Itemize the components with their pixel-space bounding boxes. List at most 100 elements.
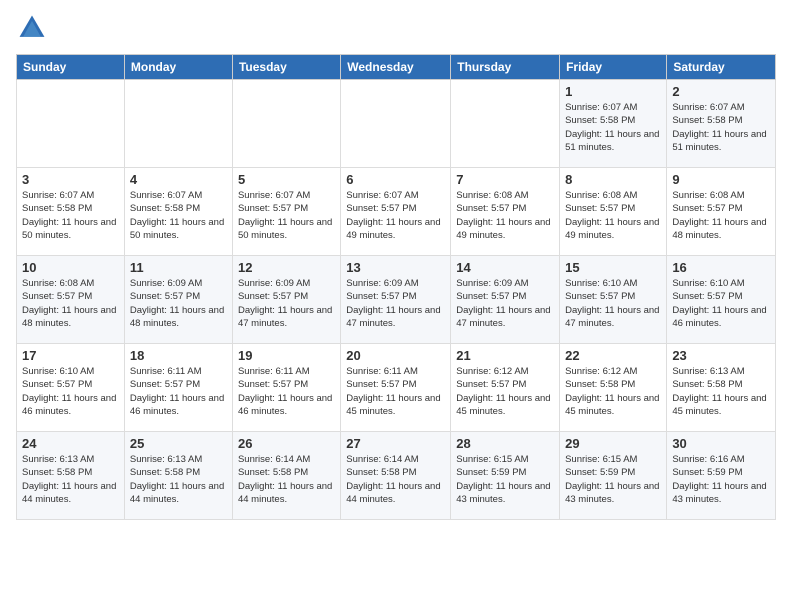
day-info: Sunrise: 6:12 AM Sunset: 5:58 PM Dayligh… (565, 365, 661, 418)
day-number: 15 (565, 260, 661, 275)
day-info: Sunrise: 6:08 AM Sunset: 5:57 PM Dayligh… (456, 189, 554, 242)
day-number: 4 (130, 172, 227, 187)
day-info: Sunrise: 6:15 AM Sunset: 5:59 PM Dayligh… (456, 453, 554, 506)
week-row-5: 24Sunrise: 6:13 AM Sunset: 5:58 PM Dayli… (17, 432, 776, 520)
day-info: Sunrise: 6:09 AM Sunset: 5:57 PM Dayligh… (456, 277, 554, 330)
day-info: Sunrise: 6:07 AM Sunset: 5:58 PM Dayligh… (565, 101, 661, 154)
day-number: 27 (346, 436, 445, 451)
day-info: Sunrise: 6:16 AM Sunset: 5:59 PM Dayligh… (672, 453, 770, 506)
calendar-cell: 20 Sunrise: 6:11 AM Sunset: 5:57 PM Dayli… (341, 344, 451, 432)
day-number: 10 (22, 260, 119, 275)
calendar-cell: 15 Sunrise: 6:10 AM Sunset: 5:57 PM Dayli… (560, 256, 667, 344)
calendar-cell (124, 80, 232, 168)
calendar-cell: 27 Sunrise: 6:14 AM Sunset: 5:58 PM Dayli… (341, 432, 451, 520)
day-header-friday: Friday (560, 55, 667, 80)
day-number: 24 (22, 436, 119, 451)
calendar-cell: 21 Sunrise: 6:12 AM Sunset: 5:57 PM Dayli… (451, 344, 560, 432)
day-header-tuesday: Tuesday (232, 55, 340, 80)
calendar-cell: 16 Sunrise: 6:10 AM Sunset: 5:57 PM Dayli… (667, 256, 776, 344)
day-number: 5 (238, 172, 335, 187)
day-info: Sunrise: 6:07 AM Sunset: 5:58 PM Dayligh… (130, 189, 227, 242)
day-header-sunday: Sunday (17, 55, 125, 80)
calendar-cell: 22 Sunrise: 6:12 AM Sunset: 5:58 PM Dayli… (560, 344, 667, 432)
calendar-cell: 13 Sunrise: 6:09 AM Sunset: 5:57 PM Dayli… (341, 256, 451, 344)
day-number: 17 (22, 348, 119, 363)
day-number: 16 (672, 260, 770, 275)
day-number: 3 (22, 172, 119, 187)
calendar: SundayMondayTuesdayWednesdayThursdayFrid… (16, 54, 776, 520)
calendar-cell: 29Sunrise: 6:15 AM Sunset: 5:59 PM Dayli… (560, 432, 667, 520)
calendar-cell: 23 Sunrise: 6:13 AM Sunset: 5:58 PM Dayli… (667, 344, 776, 432)
logo (16, 12, 52, 44)
calendar-cell: 11Sunrise: 6:09 AM Sunset: 5:57 PM Dayli… (124, 256, 232, 344)
calendar-cell: 17 Sunrise: 6:10 AM Sunset: 5:57 PM Dayli… (17, 344, 125, 432)
day-number: 1 (565, 84, 661, 99)
day-number: 20 (346, 348, 445, 363)
day-info: Sunrise: 6:08 AM Sunset: 5:57 PM Dayligh… (565, 189, 661, 242)
calendar-cell (451, 80, 560, 168)
week-row-2: 3 Sunrise: 6:07 AM Sunset: 5:58 PM Daylig… (17, 168, 776, 256)
day-info: Sunrise: 6:14 AM Sunset: 5:58 PM Dayligh… (346, 453, 445, 506)
day-header-wednesday: Wednesday (341, 55, 451, 80)
calendar-cell: 12 Sunrise: 6:09 AM Sunset: 5:57 PM Dayli… (232, 256, 340, 344)
calendar-cell: 19Sunrise: 6:11 AM Sunset: 5:57 PM Dayli… (232, 344, 340, 432)
calendar-cell: 10 Sunrise: 6:08 AM Sunset: 5:57 PM Dayli… (17, 256, 125, 344)
calendar-cell (232, 80, 340, 168)
day-info: Sunrise: 6:10 AM Sunset: 5:57 PM Dayligh… (22, 365, 119, 418)
calendar-cell: 30 Sunrise: 6:16 AM Sunset: 5:59 PM Dayli… (667, 432, 776, 520)
calendar-cell: 5 Sunrise: 6:07 AM Sunset: 5:57 PM Daylig… (232, 168, 340, 256)
day-info: Sunrise: 6:11 AM Sunset: 5:57 PM Dayligh… (346, 365, 445, 418)
day-header-saturday: Saturday (667, 55, 776, 80)
day-info: Sunrise: 6:08 AM Sunset: 5:57 PM Dayligh… (22, 277, 119, 330)
day-number: 25 (130, 436, 227, 451)
day-number: 9 (672, 172, 770, 187)
day-info: Sunrise: 6:13 AM Sunset: 5:58 PM Dayligh… (672, 365, 770, 418)
day-number: 13 (346, 260, 445, 275)
calendar-cell: 3 Sunrise: 6:07 AM Sunset: 5:58 PM Daylig… (17, 168, 125, 256)
day-number: 14 (456, 260, 554, 275)
day-number: 19 (238, 348, 335, 363)
calendar-cell: 7 Sunrise: 6:08 AM Sunset: 5:57 PM Daylig… (451, 168, 560, 256)
day-number: 23 (672, 348, 770, 363)
day-info: Sunrise: 6:07 AM Sunset: 5:57 PM Dayligh… (238, 189, 335, 242)
week-row-3: 10 Sunrise: 6:08 AM Sunset: 5:57 PM Dayli… (17, 256, 776, 344)
week-row-4: 17 Sunrise: 6:10 AM Sunset: 5:57 PM Dayli… (17, 344, 776, 432)
day-header-thursday: Thursday (451, 55, 560, 80)
day-info: Sunrise: 6:07 AM Sunset: 5:58 PM Dayligh… (22, 189, 119, 242)
day-info: Sunrise: 6:12 AM Sunset: 5:57 PM Dayligh… (456, 365, 554, 418)
day-number: 8 (565, 172, 661, 187)
calendar-cell: 18Sunrise: 6:11 AM Sunset: 5:57 PM Dayli… (124, 344, 232, 432)
day-number: 26 (238, 436, 335, 451)
day-info: Sunrise: 6:09 AM Sunset: 5:57 PM Dayligh… (238, 277, 335, 330)
calendar-cell (17, 80, 125, 168)
day-info: Sunrise: 6:10 AM Sunset: 5:57 PM Dayligh… (565, 277, 661, 330)
day-number: 12 (238, 260, 335, 275)
calendar-cell: 28 Sunrise: 6:15 AM Sunset: 5:59 PM Dayli… (451, 432, 560, 520)
day-info: Sunrise: 6:09 AM Sunset: 5:57 PM Dayligh… (346, 277, 445, 330)
day-info: Sunrise: 6:07 AM Sunset: 5:57 PM Dayligh… (346, 189, 445, 242)
calendar-cell: 25Sunrise: 6:13 AM Sunset: 5:58 PM Dayli… (124, 432, 232, 520)
day-info: Sunrise: 6:07 AM Sunset: 5:58 PM Dayligh… (672, 101, 770, 154)
day-number: 22 (565, 348, 661, 363)
calendar-cell: 14 Sunrise: 6:09 AM Sunset: 5:57 PM Dayli… (451, 256, 560, 344)
calendar-cell: 6Sunrise: 6:07 AM Sunset: 5:57 PM Daylig… (341, 168, 451, 256)
day-number: 2 (672, 84, 770, 99)
day-header-monday: Monday (124, 55, 232, 80)
day-info: Sunrise: 6:08 AM Sunset: 5:57 PM Dayligh… (672, 189, 770, 242)
calendar-header-row: SundayMondayTuesdayWednesdayThursdayFrid… (17, 55, 776, 80)
calendar-cell: 9 Sunrise: 6:08 AM Sunset: 5:57 PM Daylig… (667, 168, 776, 256)
header (16, 12, 776, 44)
calendar-cell: 4 Sunrise: 6:07 AM Sunset: 5:58 PM Daylig… (124, 168, 232, 256)
day-info: Sunrise: 6:14 AM Sunset: 5:58 PM Dayligh… (238, 453, 335, 506)
day-number: 28 (456, 436, 554, 451)
calendar-cell: 8 Sunrise: 6:08 AM Sunset: 5:57 PM Daylig… (560, 168, 667, 256)
day-number: 21 (456, 348, 554, 363)
page-container: SundayMondayTuesdayWednesdayThursdayFrid… (0, 0, 792, 528)
day-info: Sunrise: 6:11 AM Sunset: 5:57 PM Dayligh… (130, 365, 227, 418)
day-info: Sunrise: 6:09 AM Sunset: 5:57 PM Dayligh… (130, 277, 227, 330)
day-number: 7 (456, 172, 554, 187)
day-number: 30 (672, 436, 770, 451)
calendar-cell: 26 Sunrise: 6:14 AM Sunset: 5:58 PM Dayli… (232, 432, 340, 520)
day-info: Sunrise: 6:10 AM Sunset: 5:57 PM Dayligh… (672, 277, 770, 330)
calendar-cell: 24Sunrise: 6:13 AM Sunset: 5:58 PM Dayli… (17, 432, 125, 520)
